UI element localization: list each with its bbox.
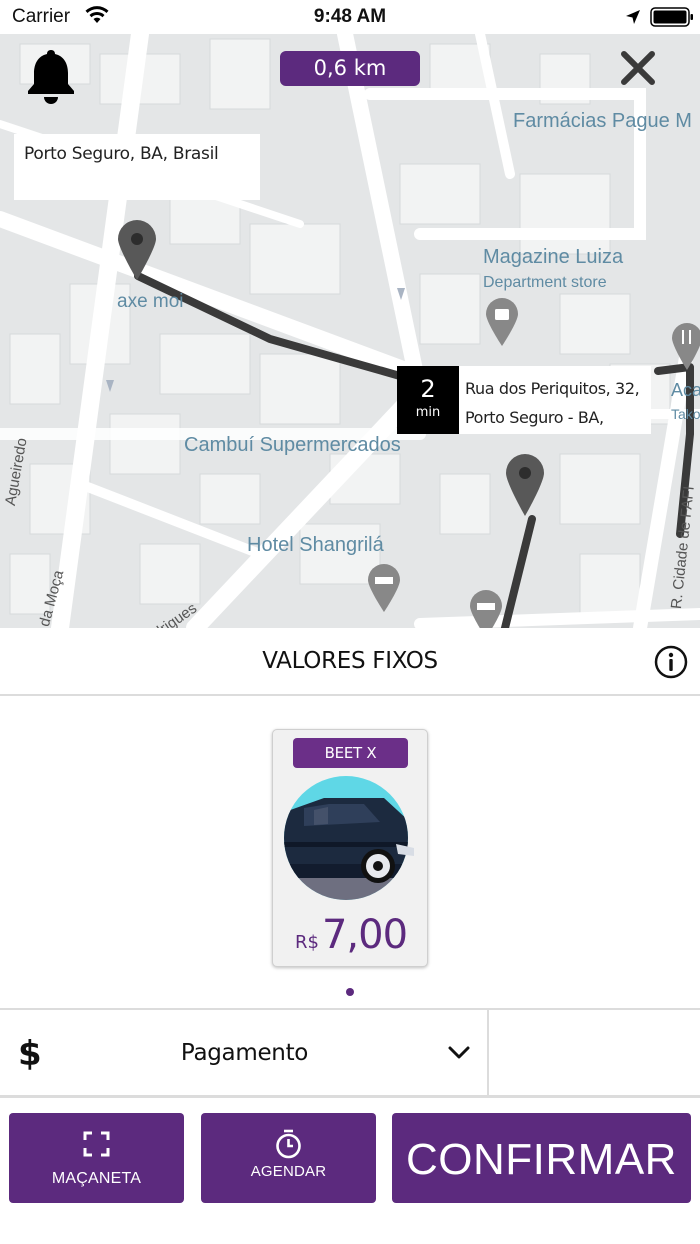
location-arrow-icon: [624, 8, 642, 31]
status-time: 9:48 AM: [313, 6, 387, 27]
price-currency: R$: [294, 932, 319, 953]
agendar-label: AGENDAR: [250, 1163, 327, 1180]
eta-unit: min: [415, 405, 441, 420]
bell-icon[interactable]: [26, 48, 76, 104]
destination-pin-icon[interactable]: [504, 452, 546, 518]
scan-icon: [83, 1131, 110, 1157]
payment-select[interactable]: $ Pagamento: [0, 1010, 489, 1095]
place-tak: Tako: [671, 406, 700, 422]
info-icon[interactable]: [654, 645, 688, 679]
eta-value: 2: [420, 375, 436, 403]
chevron-down-icon: [448, 1046, 470, 1059]
origin-pin-icon[interactable]: [116, 218, 158, 282]
place-hotel[interactable]: Hotel Shangrilá: [247, 534, 384, 557]
price-value: 7,00: [321, 912, 408, 958]
store-pin-icon: [486, 298, 518, 346]
distance-badge: 0,6 km: [280, 51, 420, 86]
carousel-page-dot[interactable]: [346, 988, 354, 996]
place-farmacias[interactable]: Farmácias Pague M: [513, 110, 692, 133]
confirm-button[interactable]: CONFIRMAR: [392, 1113, 691, 1203]
payment-label: Pagamento: [180, 1040, 309, 1066]
place-magazine[interactable]: Magazine Luiza: [483, 246, 623, 269]
confirm-label: CONFIRMAR: [406, 1135, 677, 1184]
agendar-button[interactable]: AGENDAR: [201, 1113, 376, 1203]
eta-badge: 2 min: [397, 366, 459, 434]
destination-line2: Porto Seguro - BA,: [465, 408, 604, 427]
vehicle-price: R$7,00: [273, 912, 429, 958]
app-screen: Carrier 9:48 AM Farmácias Pague M Magazi…: [0, 0, 700, 1244]
place-cambui[interactable]: Cambuí Supermercados: [184, 434, 401, 457]
place-magazine-type: Department store: [483, 274, 607, 291]
fixed-values-title: VALORES FIXOS: [262, 648, 438, 674]
vehicle-name: BEET X: [293, 738, 408, 768]
car-icon: [284, 776, 414, 900]
macaneta-button[interactable]: MAÇANETA: [9, 1113, 184, 1203]
map-view[interactable]: Farmácias Pague M Magazine Luiza Departm…: [0, 34, 700, 628]
restaurant-pin-icon: [672, 323, 700, 370]
vehicle-carousel[interactable]: BEET X R$7,00: [0, 696, 700, 1010]
destination-address: Rua dos Periquitos, 32, Porto Seguro - B…: [465, 374, 645, 432]
origin-address-box[interactable]: Porto Seguro, BA, Brasil: [14, 134, 260, 200]
payment-row: $ Pagamento: [0, 1010, 700, 1098]
fixed-values-header: VALORES FIXOS: [0, 628, 700, 696]
battery-icon: [650, 7, 694, 32]
eta-callout[interactable]: 2 min Rua dos Periquitos, 32, Porto Segu…: [397, 366, 651, 434]
destination-line1: Rua dos Periquitos, 32,: [465, 379, 640, 398]
stopwatch-icon: [276, 1129, 301, 1159]
place-aca: Aca: [671, 380, 700, 400]
vehicle-card[interactable]: BEET X R$7,00: [272, 729, 428, 967]
close-icon[interactable]: [618, 48, 658, 88]
macaneta-label: MAÇANETA: [51, 1170, 142, 1187]
status-bar: Carrier 9:48 AM: [0, 0, 700, 34]
hotel-pin-icon-2: [470, 590, 502, 628]
origin-address: Porto Seguro, BA, Brasil: [24, 144, 219, 164]
hotel-pin-icon: [368, 564, 400, 612]
place-axe-moi[interactable]: axe moi: [117, 291, 184, 313]
